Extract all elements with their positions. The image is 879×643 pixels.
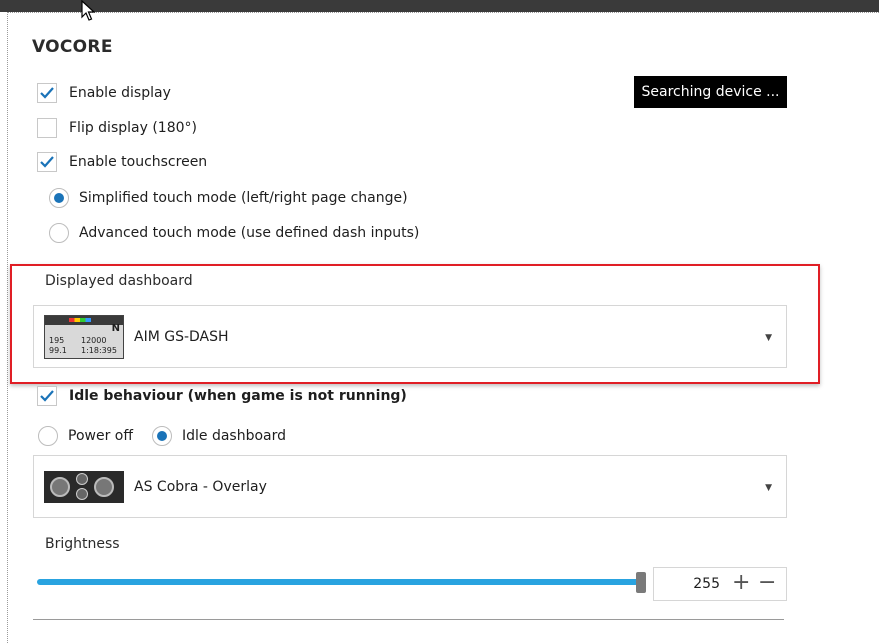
brightness-stepper[interactable]: 255 + −: [653, 567, 787, 601]
checkbox-box[interactable]: [37, 118, 57, 138]
advanced-touch-mode-radio[interactable]: Advanced touch mode (use defined dash in…: [49, 223, 419, 243]
minus-icon[interactable]: −: [758, 571, 776, 595]
radio-circle[interactable]: [152, 426, 172, 446]
simplified-touch-mode-label: Simplified touch mode (left/right page c…: [79, 190, 408, 206]
focus-border-left: [7, 12, 8, 643]
advanced-touch-mode-label: Advanced touch mode (use defined dash in…: [79, 225, 420, 241]
focus-border-top: [7, 12, 879, 13]
idle-behaviour-label: Idle behaviour (when game is not running…: [69, 388, 407, 404]
enable-touchscreen-label: Enable touchscreen: [69, 154, 208, 170]
window-top-bar: [0, 0, 879, 12]
idle-dashboard-label: Idle dashboard: [182, 428, 287, 444]
brightness-label: Brightness: [45, 536, 120, 552]
radio-circle[interactable]: [49, 188, 69, 208]
idle-behaviour-checkbox[interactable]: Idle behaviour (when game is not running…: [37, 386, 407, 406]
brightness-value[interactable]: 255: [693, 576, 720, 592]
checkmark-icon: [40, 390, 54, 402]
brightness-slider-thumb[interactable]: [636, 572, 646, 593]
power-off-radio[interactable]: Power off: [38, 426, 133, 446]
radio-selected-dot: [157, 431, 167, 441]
idle-dashboard-value: AS Cobra - Overlay: [134, 478, 267, 495]
flip-display-checkbox[interactable]: Flip display (180°): [37, 118, 197, 138]
idle-dashboard-thumbnail: [44, 470, 124, 503]
checkmark-icon: [40, 156, 54, 168]
highlight-box: [10, 264, 820, 384]
enable-touchscreen-checkbox[interactable]: Enable touchscreen: [37, 152, 207, 172]
enable-display-label: Enable display: [69, 85, 171, 101]
checkmark-icon: [40, 87, 54, 99]
section-title: VOCORE: [32, 37, 113, 57]
radio-circle[interactable]: [49, 223, 69, 243]
mouse-cursor-icon: [81, 0, 97, 26]
searching-device-button[interactable]: Searching device ...: [634, 76, 787, 108]
dropdown-arrow-icon: ▼: [765, 482, 772, 493]
radio-selected-dot: [54, 193, 64, 203]
radio-circle[interactable]: [38, 426, 58, 446]
power-off-label: Power off: [68, 428, 133, 444]
flip-display-label: Flip display (180°): [69, 120, 197, 136]
brightness-slider-track[interactable]: [37, 579, 640, 585]
simplified-touch-mode-radio[interactable]: Simplified touch mode (left/right page c…: [49, 188, 408, 208]
checkbox-box[interactable]: [37, 83, 57, 103]
divider: [33, 619, 784, 620]
checkbox-box[interactable]: [37, 152, 57, 172]
enable-display-checkbox[interactable]: Enable display: [37, 83, 171, 103]
idle-dashboard-radio[interactable]: Idle dashboard: [152, 426, 286, 446]
idle-dashboard-select[interactable]: AS Cobra - Overlay ▼: [33, 455, 787, 518]
checkbox-box[interactable]: [37, 386, 57, 406]
plus-icon[interactable]: +: [732, 571, 750, 595]
